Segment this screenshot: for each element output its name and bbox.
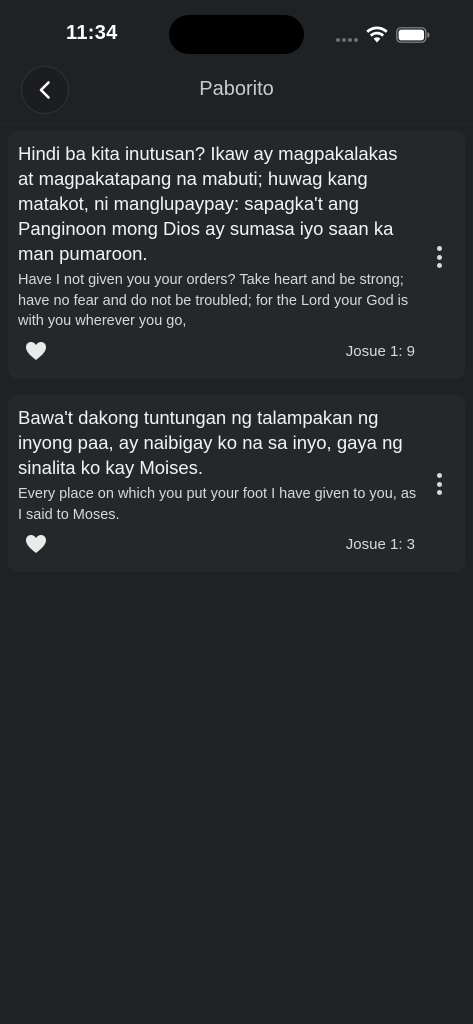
favorite-verse-card[interactable]: Bawa't dakong tuntungan ng talampakan ng… [8,395,465,572]
battery-icon [396,27,430,43]
favorite-verse-card[interactable]: Hindi ba kita inutusan? Ikaw ay magpakal… [8,131,465,379]
verse-reference: Josue 1: 3 [345,536,415,553]
verse-reference: Josue 1: 9 [345,343,415,360]
heart-icon[interactable] [25,341,47,361]
heart-icon[interactable] [25,534,47,554]
status-bar: 11:34 [0,0,473,60]
dynamic-island [169,15,304,54]
verse-english-text: Every place on which you put your foot I… [18,486,417,523]
status-time: 11:34 [66,22,118,44]
navigation-bar: Paborito [0,60,473,124]
more-options-icon[interactable] [432,244,446,270]
more-options-icon[interactable] [432,471,446,497]
verse-tagalog-text: Hindi ba kita inutusan? Ikaw ay magpakal… [18,143,398,264]
page-title: Paborito [199,78,274,100]
verse-english-text: Have I not given you your orders? Take h… [18,272,409,329]
verse-tagalog-text: Bawa't dakong tuntungan ng talampakan ng… [18,407,403,478]
cellular-signal-icon [336,38,358,42]
wifi-icon [366,26,388,43]
